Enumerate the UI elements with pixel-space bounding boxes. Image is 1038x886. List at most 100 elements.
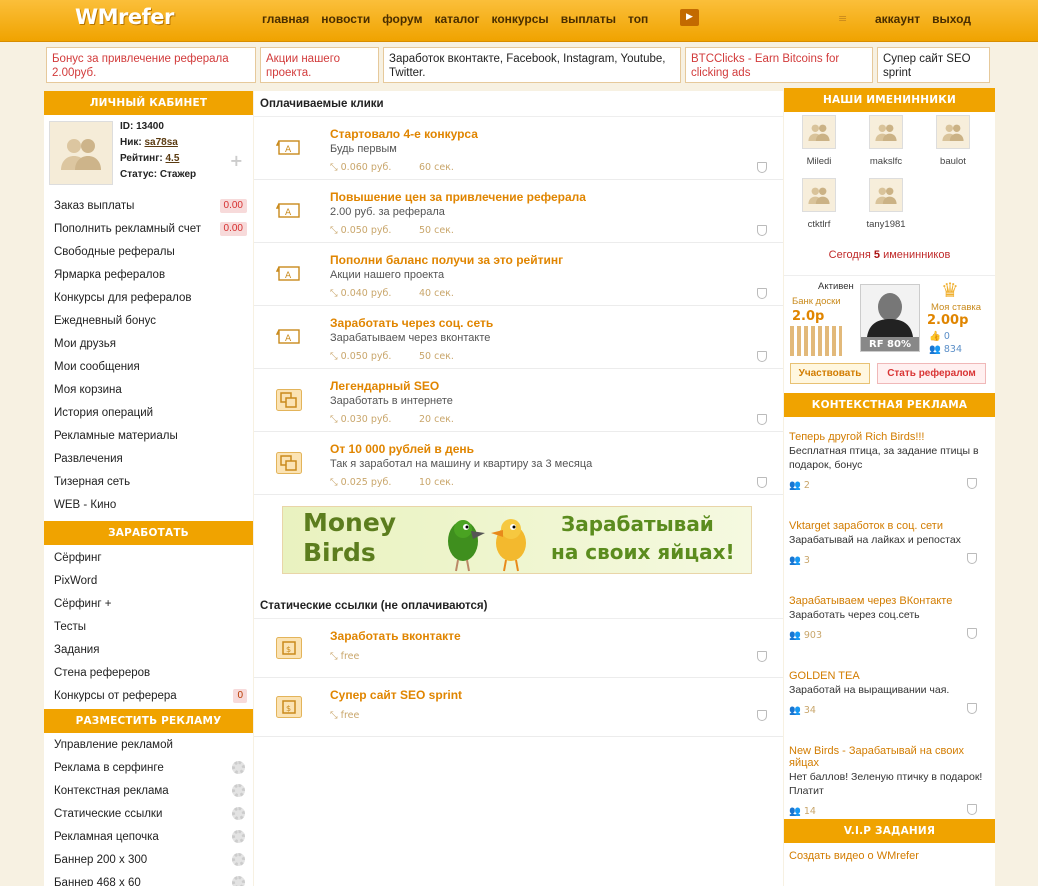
static-link-row[interactable]: $ Супер сайт SEO sprint ⤡ free bbox=[254, 678, 783, 737]
menu-item[interactable]: Реклама в серфинге bbox=[44, 757, 253, 780]
nav-logout[interactable]: выход bbox=[932, 12, 971, 26]
birthday-user[interactable]: ctktlrf bbox=[799, 178, 839, 230]
menu-icon[interactable]: ≡ bbox=[838, 12, 847, 25]
user-nick[interactable]: sa78sa bbox=[145, 137, 178, 148]
menu-item[interactable]: Заказ выплаты 0.00 bbox=[44, 195, 253, 218]
context-ad-title[interactable]: New Birds - Зарабатывай на своих яйцах bbox=[789, 745, 989, 769]
nav-home[interactable]: главная bbox=[262, 12, 309, 26]
nav-top[interactable]: топ bbox=[628, 12, 648, 26]
gear-icon[interactable] bbox=[232, 807, 245, 820]
gear-icon[interactable] bbox=[232, 876, 245, 886]
context-ad[interactable]: Vktarget заработок в соц. сети Зарабатыва… bbox=[789, 520, 989, 566]
crown-icon: ♛ bbox=[941, 278, 959, 302]
nav-contests[interactable]: конкурсы bbox=[491, 12, 548, 26]
link-title[interactable]: Стартовало 4-е конкурса bbox=[330, 127, 478, 141]
ad-box[interactable]: Заработок вконтакте, Facebook, Instagram… bbox=[383, 47, 681, 83]
birthday-user[interactable]: Miledi bbox=[799, 115, 839, 167]
link-title[interactable]: Супер сайт SEO sprint bbox=[330, 688, 462, 702]
participate-button[interactable]: Участвовать bbox=[790, 363, 870, 384]
menu-item[interactable]: Баннер 200 х 300 bbox=[44, 849, 253, 872]
nav-news[interactable]: новости bbox=[321, 12, 370, 26]
birthday-user[interactable]: baulot bbox=[933, 115, 973, 167]
nav-payouts[interactable]: выплаты bbox=[561, 12, 616, 26]
link-title[interactable]: От 10 000 рублей в день bbox=[330, 442, 474, 456]
shield-icon[interactable] bbox=[757, 710, 767, 721]
play-icon[interactable]: ▶ bbox=[680, 9, 699, 26]
menu-item[interactable]: Сёрфинг + bbox=[44, 593, 253, 616]
plus-icon[interactable]: + bbox=[230, 151, 243, 170]
paid-link-row[interactable]: Легендарный SEO Заработать в интернете ⤡ 0… bbox=[254, 369, 783, 432]
avatar[interactable] bbox=[49, 121, 113, 185]
context-ad-title[interactable]: Зарабатываем через ВКонтакте bbox=[789, 595, 989, 607]
menu-item[interactable]: Задания bbox=[44, 639, 253, 662]
menu-item[interactable]: Ежедневный бонус bbox=[44, 310, 253, 333]
paid-link-row[interactable]: A Повышение цен за привлечение реферала 2.… bbox=[254, 180, 783, 243]
menu-item[interactable]: Сёрфинг bbox=[44, 547, 253, 570]
menu-item[interactable]: Тизерная сеть bbox=[44, 471, 253, 494]
link-title[interactable]: Повышение цен за привлечение реферала bbox=[330, 190, 586, 204]
menu-item[interactable]: Мои друзья bbox=[44, 333, 253, 356]
menu-item[interactable]: Мои сообщения bbox=[44, 356, 253, 379]
ad-box[interactable]: Бонус за привлечение реферала 2.00руб. bbox=[46, 47, 256, 83]
shield-icon[interactable] bbox=[757, 414, 767, 425]
menu-item[interactable]: История операций bbox=[44, 402, 253, 425]
shield-icon[interactable] bbox=[757, 225, 767, 236]
become-referral-button[interactable]: Стать рефералом bbox=[877, 363, 986, 384]
menu-item[interactable]: Развлечения bbox=[44, 448, 253, 471]
birthday-user[interactable]: tany1981 bbox=[866, 178, 906, 230]
nav-account[interactable]: аккаунт bbox=[875, 12, 920, 26]
shield-icon[interactable] bbox=[757, 651, 767, 662]
paid-link-row[interactable]: A Стартовало 4-е конкурса Будь первым ⤡ 0.0… bbox=[254, 117, 783, 180]
context-ad[interactable]: New Birds - Зарабатывай на своих яйцах Не… bbox=[789, 745, 989, 817]
menu-item[interactable]: Моя корзина bbox=[44, 379, 253, 402]
vip-task[interactable]: Создать видео о WMrefer bbox=[784, 843, 995, 869]
context-ad-title[interactable]: Теперь другой Rich Birds!!! bbox=[789, 431, 989, 443]
menu-item[interactable]: Свободные рефералы bbox=[44, 241, 253, 264]
leader-photo[interactable]: RF 80% bbox=[860, 284, 920, 352]
menu-item[interactable]: Контекстная реклама bbox=[44, 780, 253, 803]
birthday-user[interactable]: makslfc bbox=[866, 115, 906, 167]
link-title[interactable]: Пополни баланс получи за это рейтинг bbox=[330, 253, 563, 267]
money-birds-banner[interactable]: Money Birds Зарабатывай на своих яйцах! bbox=[282, 506, 752, 574]
menu-item[interactable]: WEB - Кино bbox=[44, 494, 253, 517]
shield-icon[interactable] bbox=[757, 162, 767, 173]
menu-item[interactable]: Статические ссылки bbox=[44, 803, 253, 826]
ad-box[interactable]: Акции нашего проекта. bbox=[260, 47, 379, 83]
context-ad[interactable]: GOLDEN TEA Заработай на выращивании чая. 👥… bbox=[789, 670, 989, 716]
static-link-row[interactable]: $ Заработать вконтакте ⤡ free bbox=[254, 619, 783, 678]
paid-link-row[interactable]: A Заработать через соц. сеть Зарабатываем … bbox=[254, 306, 783, 369]
gear-icon[interactable] bbox=[232, 784, 245, 797]
shield-icon[interactable] bbox=[757, 477, 767, 488]
paid-link-row[interactable]: От 10 000 рублей в день Так я заработал н… bbox=[254, 432, 783, 495]
context-ad-title[interactable]: Vktarget заработок в соц. сети bbox=[789, 520, 989, 532]
gear-icon[interactable] bbox=[232, 853, 245, 866]
context-ad[interactable]: Теперь другой Rich Birds!!! Бесплатная пт… bbox=[789, 431, 989, 491]
shield-icon[interactable] bbox=[757, 288, 767, 299]
menu-item[interactable]: Пополнить рекламный счет 0.00 bbox=[44, 218, 253, 241]
ad-box[interactable]: BTCClicks - Earn Bitcoins for clicking a… bbox=[685, 47, 873, 83]
menu-item[interactable]: Рекламные материалы bbox=[44, 425, 253, 448]
paid-link-row[interactable]: A Пополни баланс получи за это рейтинг Акц… bbox=[254, 243, 783, 306]
link-title[interactable]: Заработать через соц. сеть bbox=[330, 316, 493, 330]
shield-icon[interactable] bbox=[757, 351, 767, 362]
gear-icon[interactable] bbox=[232, 761, 245, 774]
user-rating[interactable]: 4.5 bbox=[166, 153, 180, 164]
menu-item[interactable]: Конкурсы от реферера 0 bbox=[44, 685, 253, 708]
menu-item[interactable]: Стена рефереров bbox=[44, 662, 253, 685]
menu-item[interactable]: Конкурсы для рефералов bbox=[44, 287, 253, 310]
nav-catalog[interactable]: каталог bbox=[434, 12, 479, 26]
site-logo[interactable]: WMrefer bbox=[75, 5, 174, 29]
link-title[interactable]: Легендарный SEO bbox=[330, 379, 439, 393]
menu-item[interactable]: Управление рекламой bbox=[44, 734, 253, 757]
ad-box[interactable]: Супер сайт SEO sprint bbox=[877, 47, 990, 83]
link-title[interactable]: Заработать вконтакте bbox=[330, 629, 461, 643]
menu-item[interactable]: PixWord bbox=[44, 570, 253, 593]
menu-item[interactable]: Баннер 468 х 60 bbox=[44, 872, 253, 886]
gear-icon[interactable] bbox=[232, 830, 245, 843]
nav-forum[interactable]: форум bbox=[382, 12, 422, 26]
menu-item[interactable]: Рекламная цепочка bbox=[44, 826, 253, 849]
context-ad[interactable]: Зарабатываем через ВКонтакте Заработать ч… bbox=[789, 595, 989, 641]
menu-item[interactable]: Ярмарка рефералов bbox=[44, 264, 253, 287]
context-ad-title[interactable]: GOLDEN TEA bbox=[789, 670, 989, 682]
menu-item[interactable]: Тесты bbox=[44, 616, 253, 639]
